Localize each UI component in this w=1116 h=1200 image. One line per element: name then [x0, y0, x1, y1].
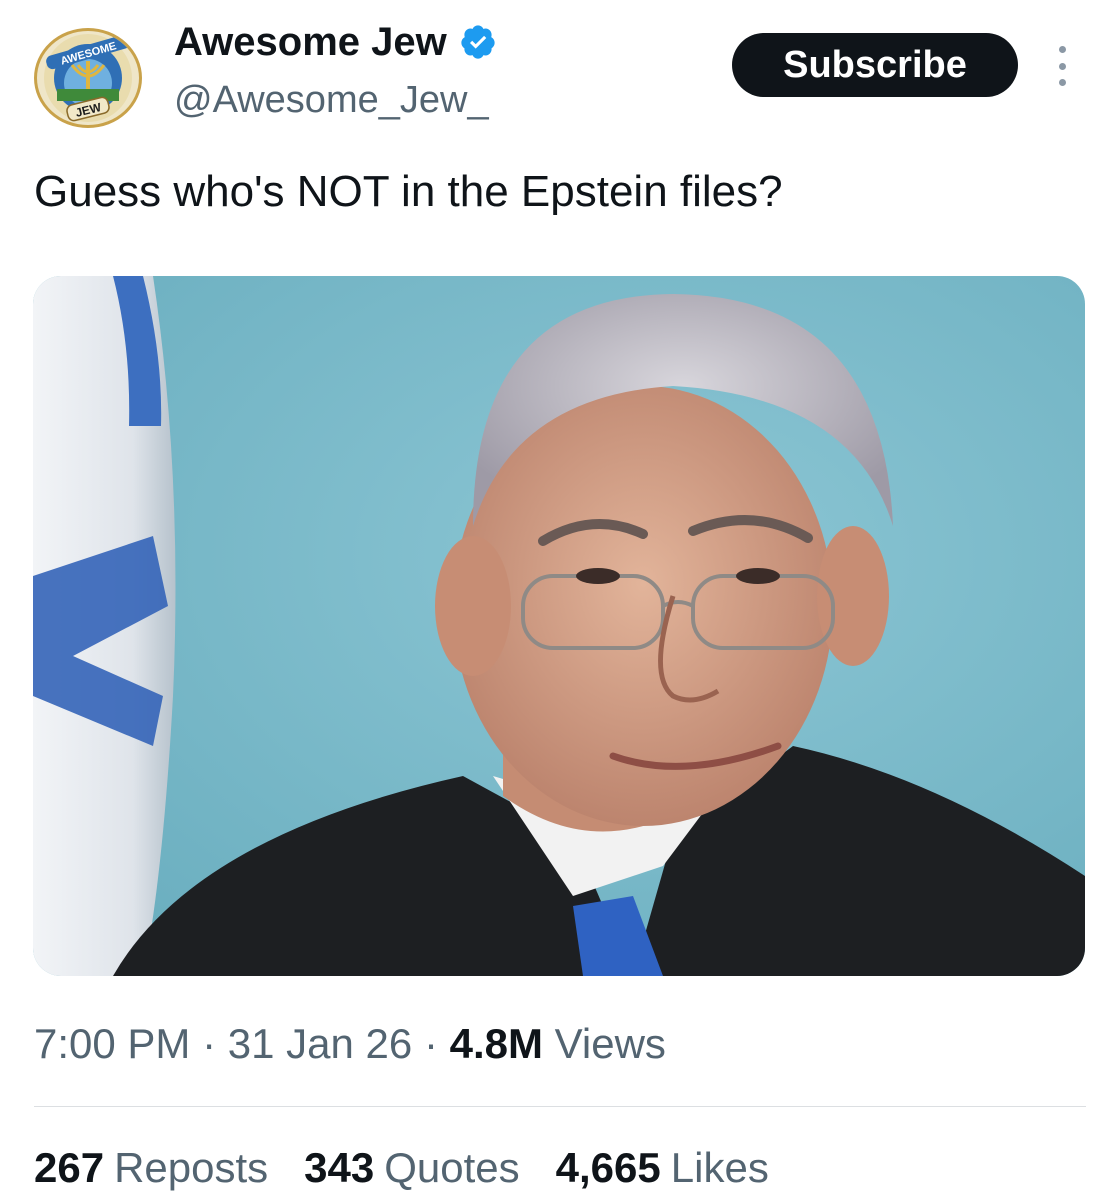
reposts-stat[interactable]: 267 Reposts	[34, 1138, 268, 1198]
quotes-stat[interactable]: 343 Quotes	[304, 1138, 520, 1198]
likes-label: Likes	[670, 1144, 769, 1191]
quotes-label: Quotes	[384, 1144, 520, 1191]
tweet-text: Guess who's NOT in the Epstein files?	[34, 167, 783, 216]
verified-badge-icon	[461, 25, 495, 59]
author-display-name[interactable]: Awesome Jew	[174, 14, 447, 70]
more-dot	[1058, 62, 1066, 70]
tweet-meta: 7:00 PM · 31 Jan 26 · 4.8M Views	[34, 1014, 666, 1074]
meta-separator: ·	[423, 1020, 438, 1067]
tweet-stats: 267 Reposts 343 Quotes 4,665 Likes	[34, 1138, 769, 1198]
reposts-label: Reposts	[114, 1144, 269, 1191]
photo-portrait	[33, 276, 1085, 976]
likes-count: 4,665	[555, 1144, 661, 1191]
author-handle[interactable]: @Awesome_Jew_	[174, 74, 489, 126]
more-dot	[1058, 79, 1066, 86]
tweet-date[interactable]: 31 Jan 26	[228, 1020, 413, 1067]
quotes-count: 343	[304, 1144, 375, 1191]
likes-stat[interactable]: 4,665 Likes	[556, 1138, 769, 1198]
more-dot	[1058, 46, 1066, 53]
divider	[34, 1106, 1086, 1107]
more-vertical-icon[interactable]	[1050, 46, 1074, 86]
meta-separator: ·	[202, 1020, 217, 1067]
views-label: Views	[554, 1020, 666, 1067]
author-name-row[interactable]: Awesome Jew	[174, 14, 497, 70]
reposts-count: 267	[34, 1144, 105, 1191]
tweet-image[interactable]	[33, 276, 1085, 976]
subscribe-button[interactable]: Subscribe	[732, 33, 1018, 97]
tweet-time[interactable]: 7:00 PM	[34, 1020, 190, 1067]
avatar[interactable]: AWESOME JEW	[34, 28, 142, 128]
views-count: 4.8M	[449, 1020, 543, 1067]
awesome-jew-logo-icon: AWESOME JEW	[44, 34, 132, 122]
